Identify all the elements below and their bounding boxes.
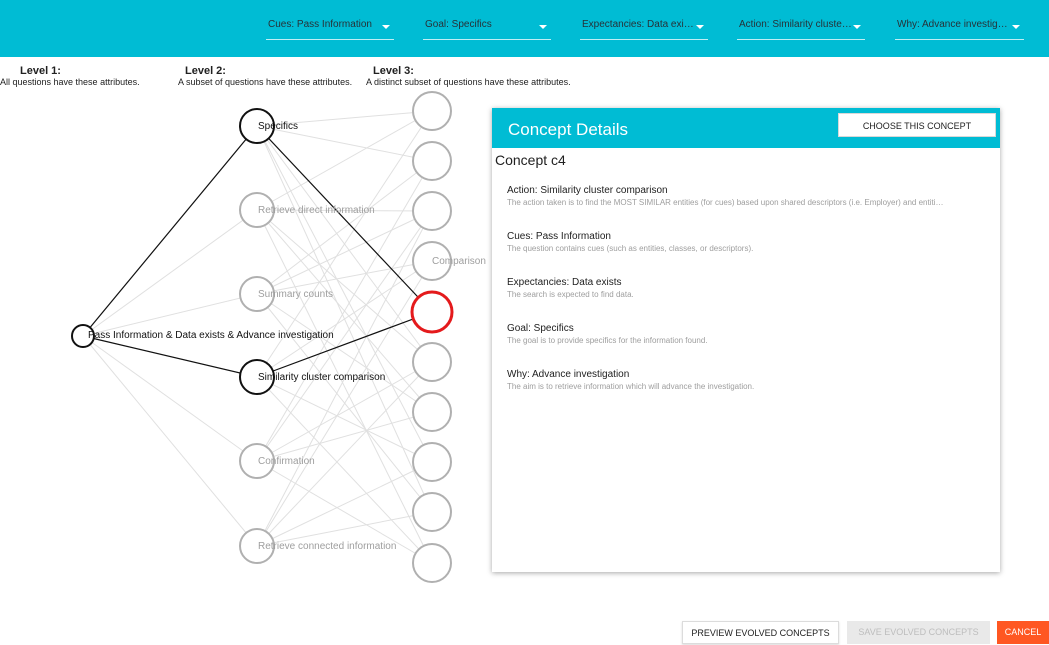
attribute-heading: Why: Advance investigation	[507, 369, 630, 380]
level-2-node-label: Specifics	[258, 121, 298, 132]
attribute-description: The action taken is to find the MOST SIM…	[507, 198, 944, 207]
level-2-node-label: Summary counts	[258, 289, 333, 300]
concept-details-panel: Concept Details CHOOSE THIS CONCEPT Conc…	[492, 108, 1000, 572]
graph-edge	[82, 209, 258, 337]
graph-nodes: Pass Information & Data exists & Advance…	[71, 91, 486, 583]
level-3-node[interactable]	[412, 442, 452, 482]
attribute-item: Why: Advance investigation The aim is to…	[507, 369, 992, 415]
level-3-node[interactable]	[412, 492, 452, 532]
attribute-heading: Goal: Specifics	[507, 323, 574, 334]
attribute-description: The aim is to retrieve information which…	[507, 382, 755, 391]
choose-concept-button[interactable]: CHOOSE THIS CONCEPT	[838, 113, 996, 137]
root-concept-label: Pass Information & Data exists & Advance…	[88, 330, 334, 341]
graph-edge	[256, 125, 433, 313]
level-3-node[interactable]	[412, 392, 452, 432]
attribute-item: Goal: Specifics The goal is to provide s…	[507, 323, 992, 369]
level-2-node-label: Retrieve direct information	[258, 205, 375, 216]
preview-evolved-concepts-button[interactable]: PREVIEW EVOLVED CONCEPTS	[682, 621, 839, 644]
attribute-heading: Expectancies: Data exists	[507, 277, 622, 288]
attribute-item: Cues: Pass Information The question cont…	[507, 231, 992, 277]
attribute-description: The goal is to provide specifics for the…	[507, 336, 708, 345]
panel-header: Concept Details CHOOSE THIS CONCEPT	[492, 108, 1000, 148]
level-2-node-label: Confirmation	[258, 456, 315, 467]
attribute-heading: Cues: Pass Information	[507, 231, 611, 242]
attribute-description: The search is expected to find data.	[507, 290, 634, 299]
level-2-node-label: Retrieve connected information	[258, 541, 396, 552]
level-3-node[interactable]	[412, 191, 452, 231]
level-3-node[interactable]	[412, 342, 452, 382]
level-3-node[interactable]	[410, 290, 454, 334]
graph-edge	[82, 335, 258, 547]
panel-title: Concept Details	[508, 120, 629, 139]
attribute-description: The question contains cues (such as enti…	[507, 244, 754, 253]
graph-edge	[256, 160, 433, 295]
concept-name: Concept c4	[495, 152, 566, 168]
level-2-node-label: Similarity cluster comparison	[258, 372, 385, 383]
graph-edge	[256, 210, 433, 295]
graph-edge	[82, 335, 258, 462]
graph-edge	[82, 335, 258, 378]
graph-edge	[256, 209, 433, 564]
graph-edge	[256, 376, 433, 564]
level-3-node[interactable]	[412, 91, 452, 131]
save-evolved-concepts-button[interactable]: SAVE EVOLVED CONCEPTS	[847, 621, 990, 644]
attribute-list: Action: Similarity cluster comparison Th…	[507, 185, 992, 415]
graph-edge	[256, 260, 433, 378]
level-3-node[interactable]	[412, 141, 452, 181]
graph-edge	[256, 311, 433, 378]
graph-edge	[82, 125, 258, 337]
attribute-heading: Action: Similarity cluster comparison	[507, 185, 668, 196]
level-3-node[interactable]	[412, 543, 452, 583]
level-3-node-label: Comparison	[432, 256, 486, 267]
attribute-item: Expectancies: Data exists The search is …	[507, 277, 992, 323]
attribute-item: Action: Similarity cluster comparison Th…	[507, 185, 992, 231]
cancel-button[interactable]: CANCEL	[997, 621, 1049, 644]
graph-edge	[256, 260, 433, 547]
